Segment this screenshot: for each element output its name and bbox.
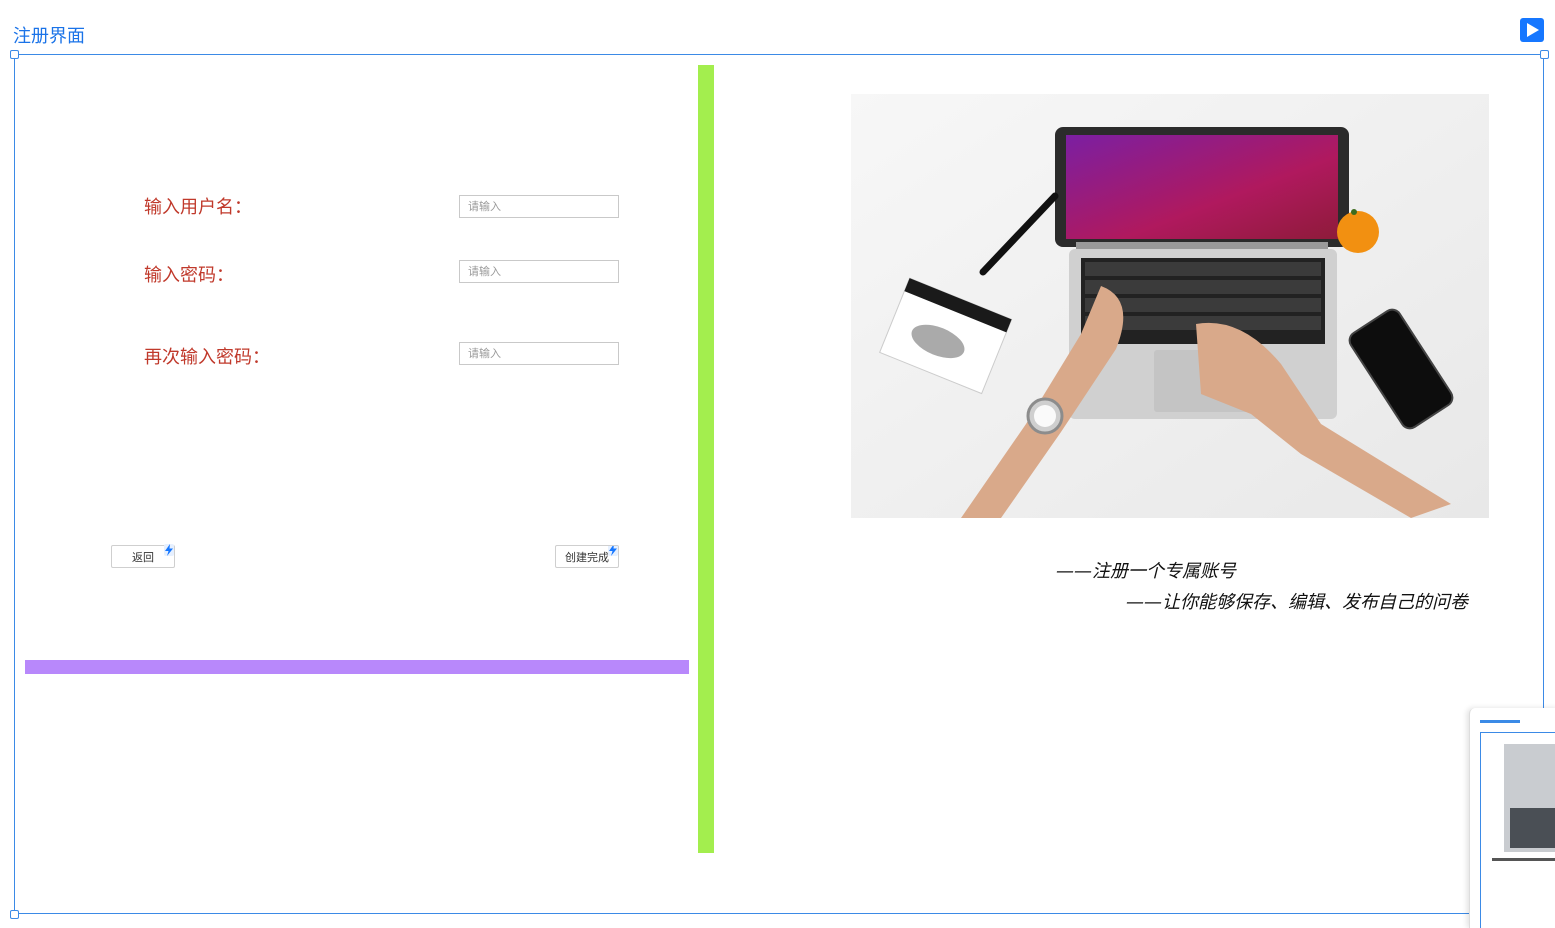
confirm-password-input[interactable]: [459, 342, 619, 365]
horizontal-divider: [25, 660, 689, 674]
username-label: 输入用户名：: [144, 197, 252, 218]
frame-title[interactable]: 注册界面: [13, 22, 85, 48]
caption-line-1: ——注册一个专属账号: [1056, 561, 1236, 582]
password-input[interactable]: [459, 260, 619, 283]
preview-button[interactable]: [1520, 18, 1544, 42]
create-complete-button[interactable]: 创建完成: [555, 545, 619, 568]
confirm-password-label: 再次输入密码：: [144, 347, 270, 368]
play-icon: [1527, 23, 1539, 37]
vertical-divider: [698, 65, 714, 853]
back-button-label: 返回: [132, 550, 154, 564]
adjacent-frame-caption: [1492, 858, 1555, 861]
caption-line-2: ——让你能够保存、编辑、发布自己的问卷: [1126, 592, 1468, 613]
adjacent-frame-title: [1480, 720, 1520, 723]
laptop-desk-photo: [851, 94, 1489, 518]
resize-handle-bottom-left[interactable]: [10, 910, 19, 919]
resize-handle-top-right[interactable]: [1540, 50, 1549, 59]
resize-handle-top-left[interactable]: [10, 50, 19, 59]
adjacent-frame-photo: [1504, 744, 1555, 852]
password-label: 输入密码：: [144, 265, 234, 286]
back-button[interactable]: 返回: [111, 544, 175, 568]
username-input[interactable]: [459, 195, 619, 218]
adjacent-frame-preview[interactable]: [1469, 708, 1555, 928]
interaction-bolt-icon: [608, 546, 618, 556]
create-button-label: 创建完成: [565, 550, 609, 564]
interaction-bolt-icon: [164, 544, 174, 556]
